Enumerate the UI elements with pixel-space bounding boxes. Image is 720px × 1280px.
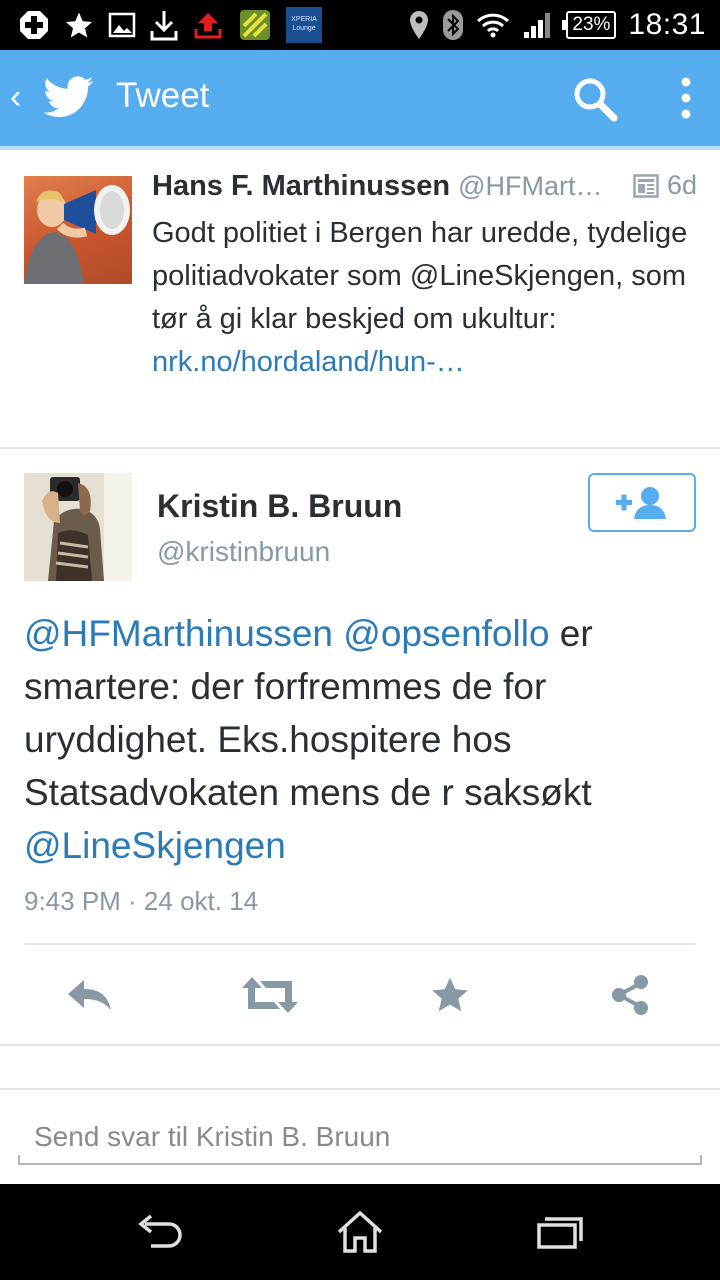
mention-link[interactable]: @LineSkjengen bbox=[24, 825, 286, 866]
page-title: Tweet bbox=[116, 76, 210, 115]
author-name[interactable]: Kristin B. Bruun bbox=[157, 488, 402, 525]
share-button[interactable] bbox=[600, 965, 660, 1025]
summary-card-icon bbox=[633, 173, 659, 198]
retweet-icon bbox=[242, 977, 298, 1013]
twitter-bird-icon[interactable] bbox=[44, 76, 94, 118]
back-icon bbox=[138, 1214, 182, 1248]
divider bbox=[24, 943, 696, 945]
tweet-body: Godt politiet i Bergen har uredde, tydel… bbox=[152, 217, 688, 335]
divider bbox=[0, 1088, 720, 1090]
xperia-lounge-icon: XPERIA Lounge bbox=[286, 7, 322, 43]
favorite-button[interactable] bbox=[420, 965, 480, 1025]
reply-input[interactable] bbox=[18, 1110, 702, 1164]
parent-tweet-header: Hans F. Marthinussen @HFMart… 6d bbox=[152, 170, 697, 210]
tweet-age: 6d bbox=[666, 170, 697, 200]
add-notification-icon bbox=[20, 11, 48, 39]
upload-icon bbox=[194, 13, 222, 39]
retweet-button[interactable] bbox=[240, 965, 300, 1025]
tweet-meta: 6d bbox=[633, 170, 697, 201]
reply-underline bbox=[18, 1155, 702, 1165]
avatar-photo-icon bbox=[24, 185, 130, 284]
parent-tweet[interactable]: Hans F. Marthinussen @HFMart… 6d Godt pol… bbox=[0, 150, 720, 448]
divider bbox=[0, 447, 720, 449]
download-icon bbox=[150, 11, 178, 41]
divider bbox=[0, 1044, 720, 1046]
tweet-timestamp[interactable]: 9:43 PM · 24 okt. 14 bbox=[24, 886, 258, 917]
recent-apps-button[interactable] bbox=[530, 1206, 590, 1258]
avatar[interactable] bbox=[24, 473, 132, 581]
avatar[interactable] bbox=[24, 176, 132, 284]
tweet-link[interactable]: nrk.no/hordaland/hun-… bbox=[152, 346, 465, 378]
battery-indicator: 23% bbox=[562, 11, 617, 39]
action-bar: ‹ Tweet bbox=[0, 50, 720, 146]
home-icon bbox=[337, 1210, 383, 1253]
reply-box bbox=[18, 1110, 702, 1166]
overflow-menu-icon[interactable] bbox=[672, 74, 700, 122]
mention-link[interactable]: @opsenfollo bbox=[343, 613, 549, 654]
author-handle[interactable]: @kristinbruun bbox=[157, 536, 330, 568]
follow-button[interactable] bbox=[588, 473, 696, 532]
favorite-icon bbox=[432, 977, 468, 1012]
gallery-icon bbox=[108, 12, 136, 38]
reply-button[interactable] bbox=[60, 965, 120, 1025]
star-icon bbox=[65, 12, 93, 38]
share-icon bbox=[612, 975, 648, 1015]
home-button[interactable] bbox=[330, 1206, 390, 1258]
avatar-photo-icon bbox=[24, 473, 132, 581]
back-button[interactable] bbox=[130, 1206, 190, 1258]
location-icon bbox=[410, 11, 429, 39]
add-user-icon bbox=[616, 486, 666, 519]
back-chevron-icon[interactable]: ‹ bbox=[10, 78, 21, 117]
author-handle[interactable]: @HFMart… bbox=[458, 171, 602, 201]
clock: 18:31 bbox=[628, 8, 706, 41]
status-bar: XPERIA Lounge 23% 18:31 bbox=[0, 0, 720, 50]
wifi-icon bbox=[477, 13, 510, 38]
main-tweet-text: @HFMarthinussen @opsenfollo er smartere:… bbox=[24, 607, 704, 872]
parent-tweet-text: Godt politiet i Bergen har uredde, tydel… bbox=[152, 212, 700, 384]
tweet-actions bbox=[0, 965, 720, 1025]
signal-icon bbox=[524, 13, 551, 38]
bluetooth-icon bbox=[443, 10, 464, 40]
system-nav-bar bbox=[0, 1184, 720, 1280]
recent-apps-icon bbox=[537, 1217, 583, 1249]
reply-icon bbox=[68, 980, 111, 1010]
mention-link[interactable]: @HFMarthinussen bbox=[24, 613, 333, 654]
app-icon bbox=[240, 10, 270, 40]
search-icon[interactable] bbox=[572, 76, 618, 122]
author-name[interactable]: Hans F. Marthinussen bbox=[152, 170, 450, 202]
